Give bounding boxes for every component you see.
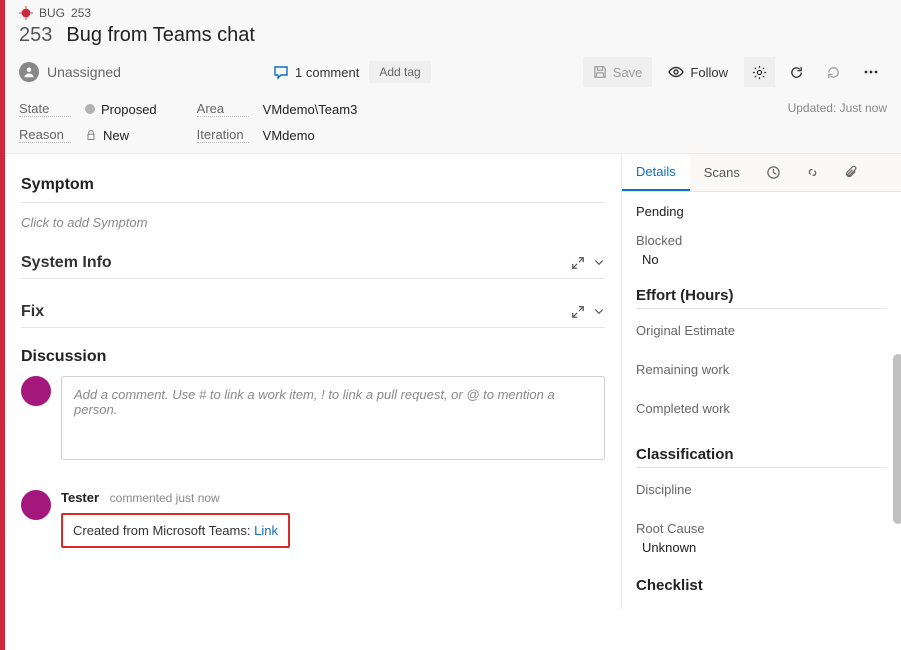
settings-button[interactable] (744, 57, 775, 87)
attachment-icon (844, 165, 859, 180)
remaining-work-label[interactable]: Remaining work (636, 362, 887, 377)
assignee-label: Unassigned (47, 64, 121, 80)
blocked-value[interactable]: No (636, 252, 887, 267)
comment-content: Created from Microsoft Teams: Link (61, 513, 290, 548)
teams-link[interactable]: Link (254, 523, 278, 538)
updated-label: Updated: Just now (788, 101, 887, 143)
work-item-header: BUG 253 253 Bug from Teams chat Unassign… (5, 0, 901, 154)
history-icon (766, 165, 781, 180)
tab-scans[interactable]: Scans (690, 155, 754, 190)
work-item-title[interactable]: Bug from Teams chat (66, 24, 255, 47)
iteration-label: Iteration (197, 127, 249, 143)
comment-input[interactable]: Add a comment. Use # to link a work item… (61, 376, 605, 460)
original-estimate-label[interactable]: Original Estimate (636, 323, 887, 338)
system-info-section[interactable]: System Info (21, 248, 605, 279)
save-icon (593, 65, 607, 79)
current-user-avatar (21, 376, 51, 406)
more-actions-button[interactable] (855, 57, 887, 87)
main-panel: Symptom Click to add Symptom System Info… (5, 154, 621, 610)
refresh-button[interactable] (781, 57, 812, 87)
iteration-value[interactable]: VMdemo (263, 128, 315, 143)
checklist-heading: Checklist (636, 577, 887, 594)
link-icon (805, 165, 820, 180)
toolbar: Save Follow (583, 57, 887, 87)
person-icon (19, 62, 39, 82)
chevron-down-icon[interactable] (593, 256, 605, 270)
pending-value: Pending (636, 204, 887, 219)
state-label: State (19, 101, 71, 117)
fix-section[interactable]: Fix (21, 297, 605, 328)
follow-button[interactable]: Follow (658, 57, 738, 87)
expand-icon[interactable] (571, 305, 585, 319)
comment-count[interactable]: 1 comment (273, 64, 359, 80)
discussion-heading: Discussion (21, 348, 605, 366)
comment-text: Created from Microsoft Teams: (73, 523, 254, 538)
gear-icon (752, 65, 767, 80)
state-value[interactable]: Proposed (85, 102, 157, 117)
symptom-input[interactable]: Click to add Symptom (21, 211, 605, 248)
details-tabs: Details Scans (622, 154, 901, 192)
breadcrumb-type: BUG (39, 6, 65, 20)
tab-links[interactable] (793, 155, 832, 190)
discipline-label[interactable]: Discipline (636, 482, 887, 497)
more-icon (863, 64, 879, 80)
breadcrumb-id: 253 (71, 6, 91, 20)
expand-icon[interactable] (571, 256, 585, 270)
undo-icon (826, 65, 841, 80)
refresh-icon (789, 65, 804, 80)
reason-label: Reason (19, 127, 71, 143)
root-cause-label: Root Cause (636, 521, 887, 536)
effort-heading: Effort (Hours) (636, 287, 887, 304)
undo-button[interactable] (818, 57, 849, 87)
reason-value[interactable]: New (85, 128, 129, 143)
work-item-accent-bar (0, 0, 5, 650)
comment-icon (273, 64, 289, 80)
tab-details[interactable]: Details (622, 154, 690, 191)
classification-heading: Classification (636, 446, 887, 463)
comment-count-label: 1 comment (295, 65, 359, 80)
completed-work-label[interactable]: Completed work (636, 401, 887, 416)
follow-label: Follow (690, 65, 728, 80)
root-cause-value[interactable]: Unknown (636, 540, 887, 555)
fix-heading: Fix (21, 303, 44, 321)
symptom-heading: Symptom (21, 176, 605, 194)
system-info-heading: System Info (21, 254, 112, 272)
area-value[interactable]: VMdemo\Team3 (263, 102, 358, 117)
save-label: Save (613, 65, 643, 80)
details-pane: Details Scans Pending Blocked No Effort … (621, 154, 901, 610)
area-label: Area (197, 101, 249, 117)
eye-icon (668, 64, 684, 80)
comment-timestamp: commented just now (110, 491, 220, 505)
tab-attachments[interactable] (832, 155, 871, 190)
comment-author-avatar (21, 490, 51, 520)
scrollbar-thumb[interactable] (893, 354, 901, 524)
bug-icon (19, 6, 33, 20)
comment-author: Tester (61, 490, 99, 505)
assignee-picker[interactable]: Unassigned (19, 62, 121, 82)
tab-history[interactable] (754, 155, 793, 190)
breadcrumb: BUG 253 (19, 6, 887, 20)
lock-icon (85, 129, 97, 141)
save-button[interactable]: Save (583, 57, 653, 87)
work-item-id: 253 (19, 24, 52, 47)
add-tag-button[interactable]: Add tag (369, 61, 430, 83)
state-dot-icon (85, 104, 95, 114)
blocked-label: Blocked (636, 233, 887, 248)
chevron-down-icon[interactable] (593, 305, 605, 319)
comment-item: Tester commented just now Created from M… (21, 490, 605, 548)
